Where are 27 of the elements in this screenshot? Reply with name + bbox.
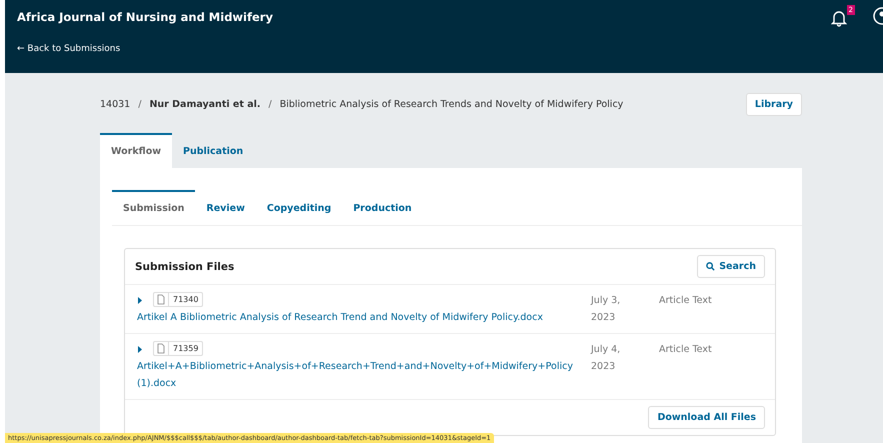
stage-tab[interactable]: Review xyxy=(195,190,256,225)
file-date: July 4, 2023 xyxy=(591,343,622,374)
tab[interactable]: Publication xyxy=(172,133,254,168)
user-icon[interactable] xyxy=(873,7,883,25)
card-title: Submission Files xyxy=(135,260,234,272)
back-link[interactable]: ← Back to Submissions xyxy=(17,44,883,54)
file-id-tag: 71340 xyxy=(153,292,204,307)
breadcrumb-separator: / xyxy=(268,98,272,110)
file-type: Article Text xyxy=(659,343,712,357)
download-button[interactable]: Download All Files xyxy=(648,406,765,429)
file-id-tag: 71359 xyxy=(153,341,204,356)
file-link[interactable]: Artikel A Bibliometric Analysis of Research Trend and Novelty of Midwifery Policy.docx xyxy=(137,309,543,326)
journal-title: Africa Journal of Nursing and Midwifery xyxy=(17,10,273,24)
search-icon xyxy=(706,262,716,271)
stage-tab[interactable]: Production xyxy=(342,190,423,225)
submission-authors: Nur Damayanti et al. xyxy=(149,98,260,110)
breadcrumb-separator: / xyxy=(138,98,142,110)
file-link[interactable]: Artikel+A+Bibliometric+Analysis+of+Research+Trend+and+Novelty+of+Midwifery+Policy (1).docx xyxy=(137,358,577,392)
submission-title: Bibliometric Analysis of Research Trends and Novelty of Midwifery Policy xyxy=(280,98,624,110)
file-type: Article Text xyxy=(659,294,712,308)
search-button[interactable]: Search xyxy=(697,255,765,278)
stage-tab[interactable]: Copyediting xyxy=(256,190,342,225)
file-date: July 3, 2023 xyxy=(591,294,622,325)
tab[interactable]: Workflow xyxy=(100,133,172,168)
submission-id: 14031 xyxy=(100,98,130,110)
bell-icon xyxy=(831,9,847,27)
library-button[interactable]: Library xyxy=(746,92,802,116)
